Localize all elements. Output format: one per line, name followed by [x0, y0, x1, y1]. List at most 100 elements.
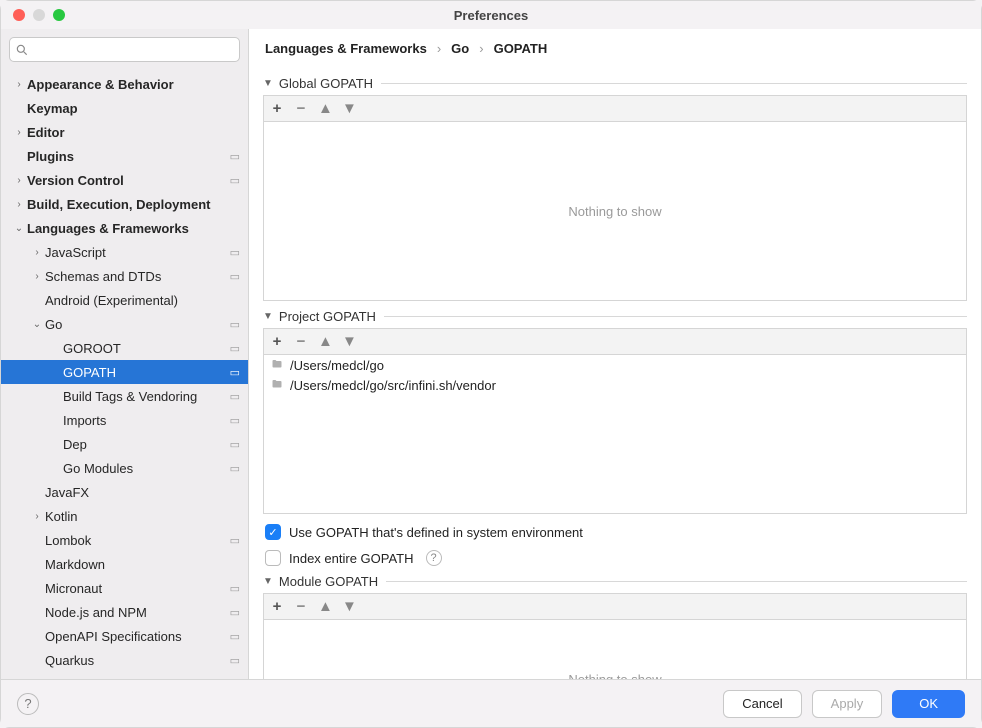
remove-button[interactable]: −: [294, 599, 308, 614]
chevron-down-icon: ▼: [263, 311, 273, 322]
tree-item-label: GOPATH: [63, 365, 230, 380]
remove-button[interactable]: −: [294, 334, 308, 349]
tree-item[interactable]: ›JavaScript▭: [1, 240, 248, 264]
index-entire-gopath-label: Index entire GOPATH: [289, 551, 414, 566]
tree-item-label: Schemas and DTDs: [45, 269, 230, 284]
project-gopath-toolbar: + − ▲ ▼: [263, 328, 967, 354]
help-button[interactable]: ?: [17, 693, 39, 715]
tree-item[interactable]: Node.js and NPM▭: [1, 600, 248, 624]
tree-item[interactable]: Go Modules▭: [1, 456, 248, 480]
tree-item-label: Plugins: [27, 149, 230, 164]
footer: ? Cancel Apply OK: [1, 679, 981, 727]
module-gopath-list[interactable]: Nothing to show: [263, 619, 967, 679]
path-row[interactable]: /Users/medcl/go: [264, 355, 966, 375]
breadcrumb-item[interactable]: Go: [451, 41, 469, 56]
empty-placeholder: Nothing to show: [568, 672, 661, 680]
tree-item[interactable]: ›Version Control▭: [1, 168, 248, 192]
tree-item-label: Lombok: [45, 533, 230, 548]
tree-item[interactable]: Android (Experimental): [1, 288, 248, 312]
move-up-button[interactable]: ▲: [318, 334, 332, 349]
move-down-button[interactable]: ▼: [342, 334, 356, 349]
section-header-module[interactable]: ▼ Module GOPATH: [263, 574, 967, 589]
tree-item[interactable]: ›Editor: [1, 120, 248, 144]
tree-item-label: GOROOT: [63, 341, 230, 356]
move-down-button[interactable]: ▼: [342, 599, 356, 614]
tree-item[interactable]: Lombok▭: [1, 528, 248, 552]
folder-icon: [270, 358, 284, 373]
remove-button[interactable]: −: [294, 101, 308, 116]
settings-tree[interactable]: ›Appearance & BehaviorKeymap›EditorPlugi…: [1, 70, 248, 679]
chevron-down-icon: ▼: [263, 78, 273, 89]
tree-item[interactable]: Keymap: [1, 96, 248, 120]
add-button[interactable]: +: [270, 599, 284, 614]
project-gopath-list[interactable]: /Users/medcl/go/Users/medcl/go/src/infin…: [263, 354, 967, 514]
project-scope-icon: ▭: [230, 318, 240, 331]
tree-item-label: Micronaut: [45, 581, 230, 596]
tree-item[interactable]: OpenAPI Specifications▭: [1, 624, 248, 648]
tree-item[interactable]: Reactive Streams▭: [1, 672, 248, 679]
section-header-project[interactable]: ▼ Project GOPATH: [263, 309, 967, 324]
project-scope-icon: ▭: [230, 366, 240, 379]
tree-item[interactable]: GOPATH▭: [1, 360, 248, 384]
tree-item[interactable]: Imports▭: [1, 408, 248, 432]
tree-item[interactable]: JavaFX: [1, 480, 248, 504]
chevron-right-icon: ›: [31, 271, 43, 282]
main-panel: Languages & Frameworks › Go › GOPATH ▼ G…: [249, 29, 981, 679]
project-scope-icon: ▭: [230, 534, 240, 547]
project-scope-icon: ▭: [230, 462, 240, 475]
tree-item[interactable]: ⌄Languages & Frameworks: [1, 216, 248, 240]
tree-item[interactable]: GOROOT▭: [1, 336, 248, 360]
tree-item-label: Markdown: [45, 557, 240, 572]
tree-item-label: Appearance & Behavior: [27, 77, 240, 92]
move-up-button[interactable]: ▲: [318, 599, 332, 614]
chevron-right-icon: ›: [13, 199, 25, 210]
project-scope-icon: ▭: [230, 270, 240, 283]
breadcrumb: Languages & Frameworks › Go › GOPATH: [249, 29, 981, 64]
chevron-right-icon: ›: [13, 79, 25, 90]
tree-item[interactable]: Plugins▭: [1, 144, 248, 168]
global-gopath-list[interactable]: Nothing to show: [263, 121, 967, 301]
tree-item[interactable]: ›Appearance & Behavior: [1, 72, 248, 96]
search-input[interactable]: [9, 37, 240, 62]
help-icon[interactable]: ?: [426, 550, 442, 566]
use-system-gopath-checkbox[interactable]: ✓: [265, 524, 281, 540]
tree-item-label: Keymap: [27, 101, 240, 116]
path-row[interactable]: /Users/medcl/go/src/infini.sh/vendor: [264, 375, 966, 395]
index-entire-gopath-checkbox[interactable]: [265, 550, 281, 566]
move-up-button[interactable]: ▲: [318, 101, 332, 116]
titlebar: Preferences: [1, 1, 981, 29]
tree-item-label: Imports: [63, 413, 230, 428]
tree-item[interactable]: Markdown: [1, 552, 248, 576]
chevron-right-icon: ›: [13, 127, 25, 138]
breadcrumb-item[interactable]: Languages & Frameworks: [265, 41, 427, 56]
tree-item-label: Version Control: [27, 173, 230, 188]
move-down-button[interactable]: ▼: [342, 101, 356, 116]
project-scope-icon: ▭: [230, 582, 240, 595]
tree-item-label: Quarkus: [45, 653, 230, 668]
section-header-global[interactable]: ▼ Global GOPATH: [263, 76, 967, 91]
chevron-right-icon: ›: [13, 175, 25, 186]
add-button[interactable]: +: [270, 101, 284, 116]
tree-item[interactable]: Build Tags & Vendoring▭: [1, 384, 248, 408]
cancel-button[interactable]: Cancel: [723, 690, 801, 718]
tree-item-label: Android (Experimental): [45, 293, 240, 308]
tree-item[interactable]: Quarkus▭: [1, 648, 248, 672]
tree-item[interactable]: ›Schemas and DTDs▭: [1, 264, 248, 288]
chevron-down-icon: ▼: [263, 576, 273, 587]
project-scope-icon: ▭: [230, 342, 240, 355]
tree-item-label: Go Modules: [63, 461, 230, 476]
tree-item-label: Build Tags & Vendoring: [63, 389, 230, 404]
project-scope-icon: ▭: [230, 654, 240, 667]
path-text: /Users/medcl/go: [290, 358, 384, 373]
tree-item-label: Editor: [27, 125, 240, 140]
tree-item[interactable]: ›Build, Execution, Deployment: [1, 192, 248, 216]
tree-item[interactable]: Dep▭: [1, 432, 248, 456]
window-title: Preferences: [1, 8, 981, 23]
tree-item[interactable]: ⌄Go▭: [1, 312, 248, 336]
add-button[interactable]: +: [270, 334, 284, 349]
ok-button[interactable]: OK: [892, 690, 965, 718]
tree-item[interactable]: Micronaut▭: [1, 576, 248, 600]
tree-item[interactable]: ›Kotlin: [1, 504, 248, 528]
chevron-down-icon: ⌄: [31, 319, 43, 330]
project-scope-icon: ▭: [230, 174, 240, 187]
